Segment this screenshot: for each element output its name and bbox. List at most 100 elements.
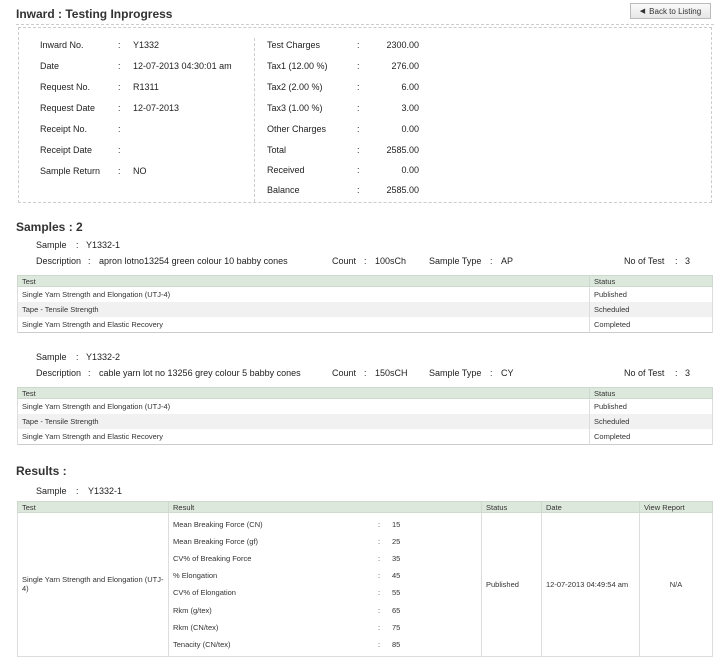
balance-label: Balance — [267, 185, 300, 195]
colon: : — [378, 537, 381, 547]
measure-row: CV% of Breaking Force: 35 — [173, 550, 477, 567]
test-column-header: Test — [17, 275, 590, 287]
colon: : — [88, 368, 91, 378]
colon: : — [76, 352, 79, 362]
results-view-report-header: View Report — [639, 501, 713, 513]
test-name: Single Yarn Strength and Elastic Recover… — [17, 317, 590, 333]
test-name: Single Yarn Strength and Elongation (UTJ… — [17, 286, 590, 302]
measure-label: Tenacity (CN/tex) — [173, 639, 231, 649]
measure-value: 65 — [392, 605, 401, 615]
count-label: Count — [332, 256, 357, 266]
colon: : — [118, 166, 121, 176]
inward-info-divider — [254, 38, 255, 202]
measure-value: 85 — [392, 639, 401, 649]
test-status: Published — [589, 286, 713, 302]
test-status: Scheduled — [589, 302, 713, 317]
sample-type-label: Sample Type — [429, 368, 482, 378]
colon: : — [118, 103, 121, 113]
colon: : — [490, 368, 493, 378]
colon: : — [675, 256, 678, 266]
total-value: 2585.00 — [386, 145, 419, 155]
measure-label: CV% of Elongation — [173, 588, 236, 598]
test-name: Single Yarn Strength and Elongation (UTJ… — [17, 398, 590, 414]
measure-row: Tenacity (CN/tex): 85 — [173, 636, 477, 653]
sample-type-value: CY — [501, 368, 514, 378]
sample-description: apron lotno13254 green colour 10 babby c… — [99, 256, 288, 266]
table-row: Single Yarn Strength and Elongation (UTJ… — [17, 512, 713, 657]
measure-row: Mean Breaking Force (CN): 15 — [173, 516, 477, 533]
measure-label: Mean Breaking Force (gf) — [173, 537, 259, 547]
balance-value: 2585.00 — [386, 185, 419, 195]
sample-description: cable yarn lot no 13256 grey colour 5 ba… — [99, 368, 301, 378]
samples-heading: Samples : 2 — [16, 220, 83, 234]
colon: : — [357, 124, 360, 134]
no-of-test-label: No of Test — [624, 256, 665, 266]
sample-return-value: NO — [133, 166, 147, 176]
title-divider — [16, 24, 714, 25]
measure-row: Rkm (g/tex): 65 — [173, 601, 477, 618]
colon: : — [378, 588, 381, 598]
results-date: 12-07-2013 04:49:54 am — [541, 512, 640, 657]
measure-value: 45 — [392, 571, 401, 581]
test-status: Completed — [589, 429, 713, 445]
sample-type-value: AP — [501, 256, 514, 266]
view-report-link: N/A — [639, 512, 713, 657]
colon: : — [364, 256, 367, 266]
colon: : — [378, 571, 381, 581]
results-date-header: Date — [541, 501, 640, 513]
results-status: Published — [481, 512, 542, 657]
measure-row: % Elongation: 45 — [173, 567, 477, 584]
results-test-header: Test — [17, 501, 169, 513]
table-row: Single Yarn Strength and Elastic Recover… — [17, 429, 713, 445]
other-charges-label: Other Charges — [267, 124, 327, 134]
measure-label: Rkm (g/tex) — [173, 605, 212, 615]
description-label: Description — [36, 368, 82, 378]
colon: : — [118, 40, 121, 50]
sample-label: Sample — [36, 240, 67, 250]
inward-no-value: Y1332 — [133, 40, 160, 50]
measure-value: 35 — [392, 554, 401, 564]
request-no-value: R1311 — [133, 82, 159, 92]
page-title: Inward : Testing Inprogress — [16, 7, 173, 21]
colon: : — [118, 61, 121, 71]
colon: : — [76, 240, 79, 250]
test-name: Tape - Tensile Strength — [17, 302, 590, 317]
measure-row: CV% of Elongation: 55 — [173, 584, 477, 601]
colon: : — [378, 639, 381, 649]
measure-label: CV% of Breaking Force — [173, 554, 252, 564]
table-row: Single Yarn Strength and Elongation (UTJ… — [17, 286, 713, 302]
colon: : — [357, 40, 360, 50]
colon: : — [378, 520, 381, 530]
table-row: Single Yarn Strength and Elongation (UTJ… — [17, 398, 713, 414]
colon: : — [378, 554, 381, 564]
test-name: Single Yarn Strength and Elastic Recover… — [17, 429, 590, 445]
measure-row: Mean Breaking Force (gf): 25 — [173, 533, 477, 550]
tax3-label: Tax3 (1.00 %) — [267, 103, 323, 113]
back-to-listing-button[interactable]: ◀ Back to Listing — [630, 3, 711, 19]
request-date-label: Request Date — [40, 103, 96, 113]
test-status: Completed — [589, 317, 713, 333]
colon: : — [378, 622, 381, 632]
sample-return-label: Sample Return — [40, 166, 101, 176]
colon: : — [88, 256, 91, 266]
total-label: Total — [267, 145, 287, 155]
colon: : — [357, 145, 360, 155]
sample-id: Y1332-1 — [86, 240, 121, 250]
description-label: Description — [36, 256, 82, 266]
test-column-header: Test — [17, 387, 590, 399]
colon: : — [357, 165, 360, 175]
measure-label: Rkm (CN/tex) — [173, 622, 219, 632]
tax2-label: Tax2 (2.00 %) — [267, 82, 323, 92]
colon: : — [490, 256, 493, 266]
measure-value: 25 — [392, 537, 401, 547]
colon: : — [76, 486, 79, 496]
sample-type-label: Sample Type — [429, 256, 482, 266]
colon: : — [357, 185, 360, 195]
no-of-test-label: No of Test — [624, 368, 665, 378]
status-column-header: Status — [589, 387, 713, 399]
count-label: Count — [332, 368, 357, 378]
request-date-value: 12-07-2013 — [133, 103, 180, 113]
table-row: Tape - Tensile Strength Scheduled — [17, 414, 713, 429]
back-arrow-icon: ◀ — [639, 8, 646, 15]
table-row: Single Yarn Strength and Elastic Recover… — [17, 317, 713, 333]
